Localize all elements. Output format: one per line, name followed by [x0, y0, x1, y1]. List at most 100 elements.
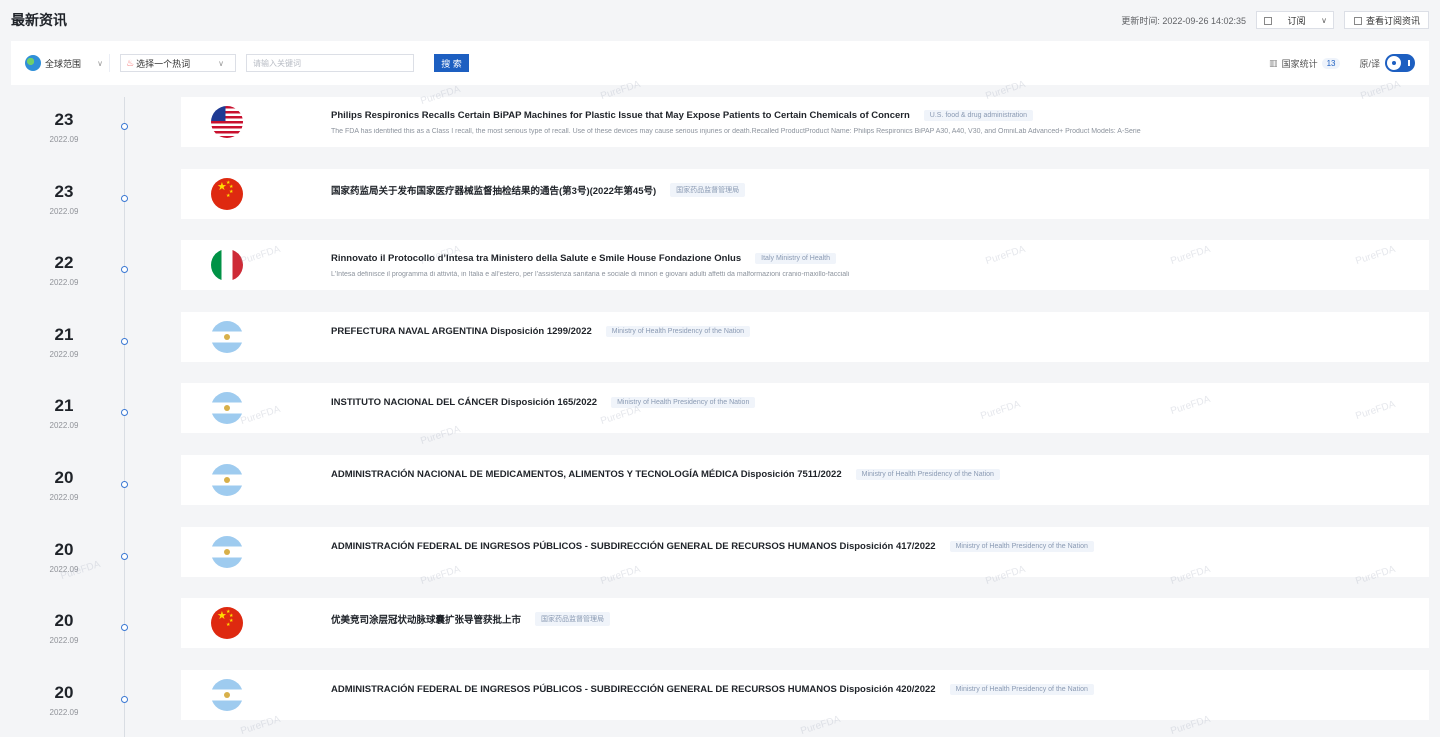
news-title[interactable]: Rinnovato il Protocollo d’Intesa tra Min…: [331, 253, 741, 264]
chevron-down-icon: ∨: [218, 58, 224, 68]
argentina-flag-icon: [211, 678, 243, 711]
news-source-tag: Ministry of Health Presidency of the Nat…: [949, 540, 1094, 552]
view-subscription-button[interactable]: 查看订阅资讯: [1343, 11, 1429, 29]
news-title-row: INSTITUTO NACIONAL DEL CÁNCER Disposició…: [331, 397, 756, 409]
news-title[interactable]: Philips Respironics Recalls Certain BiPA…: [331, 110, 910, 121]
news-date-day: 20: [54, 611, 74, 631]
news-card[interactable]: Rinnovato il Protocollo d’Intesa tra Min…: [181, 240, 1429, 291]
news-card[interactable]: PREFECTURA NAVAL ARGENTINA Disposición 1…: [181, 311, 1429, 362]
news-date-month: 2022.09: [49, 564, 79, 574]
news-title-row: 国家药监局关于发布国家医疗器械监督抽检结果的通告(第3号)(2022年第45号)…: [331, 182, 746, 197]
toggle-indicator: [1408, 60, 1410, 66]
hot-topic-placeholder: 选择一个热词: [136, 58, 191, 69]
news-date-day: 20: [54, 468, 74, 487]
news-card[interactable]: ADMINISTRACIÓN FEDERAL DE INGRESOS PÚBLI…: [181, 669, 1429, 720]
news-card[interactable]: ★ ★ ★ ★ ★ 国家药监局关于发布国家医疗器械监督抽检结果的通告(第3号)(2022年…: [181, 168, 1429, 219]
lang-toggle[interactable]: [1385, 54, 1415, 72]
hot-topic-select[interactable]: ♨ 选择一个热词 ∨: [120, 54, 236, 72]
news-source-tag: Italy Ministry of Health: [755, 253, 837, 265]
news-source-tag: Ministry of Health Presidency of the Nat…: [605, 325, 751, 337]
timeline-dot: [121, 409, 128, 417]
argentina-flag-icon: [211, 392, 243, 425]
news-source-tag: Ministry of Health Presidency of the Nat…: [611, 397, 756, 409]
news-title[interactable]: ADMINISTRACIÓN NACIONAL DE MEDICAMENTOS,…: [331, 469, 842, 480]
timeline-line: [124, 97, 125, 737]
argentina-flag-icon: [211, 320, 243, 353]
filter-toolbar: 全球范围 ∨ ♨ 选择一个热词 ∨ 搜 索 ▥ 国家统计 13 原/译: [11, 41, 1429, 85]
scope-select[interactable]: 全球范围 ∨: [25, 54, 110, 72]
news-source-tag: 国家药品监督管理局: [670, 182, 746, 197]
toggle-knob: [1387, 56, 1401, 70]
news-title[interactable]: 国家药监局关于发布国家医疗器械监督抽检结果的通告(第3号)(2022年第45号): [331, 183, 656, 197]
news-source-tag: U.S. food & drug administration: [923, 110, 1034, 121]
flame-icon: ♨: [126, 57, 135, 68]
timeline-dot: [121, 695, 128, 703]
news-title[interactable]: 优美竞司涂层冠状动脉球囊扩张导管获批上市: [331, 612, 521, 626]
news-title[interactable]: PREFECTURA NAVAL ARGENTINA Disposición 1…: [331, 326, 592, 337]
us-flag-icon: [211, 106, 243, 138]
news-date-day: 21: [54, 396, 74, 416]
news-date-day: 23: [54, 110, 74, 129]
news-date-day: 21: [54, 324, 74, 344]
toolbar-right: ▥ 国家统计 13 原/译: [1269, 54, 1415, 72]
news-title-row: PREFECTURA NAVAL ARGENTINA Disposición 1…: [331, 325, 751, 337]
view-subscription-label: 查看订阅资讯: [1365, 15, 1420, 26]
news-source-tag: 国家药品监督管理局: [535, 612, 611, 627]
grid-icon: [1353, 16, 1362, 25]
news-date-day: 23: [54, 181, 74, 201]
chevron-down-icon: ∨: [97, 58, 103, 68]
news-title-row: ADMINISTRACIÓN FEDERAL DE INGRESOS PÚBLI…: [331, 683, 1094, 695]
subscribe-icon: [1263, 16, 1272, 25]
argentina-flag-icon: [211, 464, 243, 496]
news-date-day: 20: [54, 539, 74, 559]
news-source-tag: Ministry of Health Presidency of the Nat…: [855, 469, 1000, 480]
subscribe-select[interactable]: 订阅 ∨: [1255, 11, 1334, 29]
update-time: 更新时间: 2022-09-26 14:02:35: [1121, 15, 1246, 26]
search-button[interactable]: 搜 索: [434, 54, 469, 72]
news-date-month: 2022.09: [49, 349, 79, 359]
italy-flag-icon: [211, 249, 243, 282]
news-date-month: 2022.09: [49, 206, 79, 216]
timeline-dot: [121, 194, 128, 202]
keyword-input[interactable]: [246, 54, 414, 72]
timeline-dot: [121, 624, 128, 632]
news-title[interactable]: ADMINISTRACIÓN FEDERAL DE INGRESOS PÚBLI…: [331, 684, 936, 695]
page-title: 最新资讯: [11, 12, 67, 28]
news-title-row: ADMINISTRACIÓN NACIONAL DE MEDICAMENTOS,…: [331, 469, 1000, 480]
news-date-day: 20: [54, 682, 74, 702]
news-card[interactable]: ★ ★ ★ ★ ★ 优美竞司涂层冠状动脉球囊扩张导管获批上市 国家药品监督管理局: [181, 598, 1429, 649]
bar-chart-icon: ▥: [1269, 57, 1278, 68]
news-card[interactable]: INSTITUTO NACIONAL DEL CÁNCER Disposició…: [181, 383, 1429, 434]
timeline-dot: [121, 266, 128, 274]
news-date-month: 2022.09: [49, 278, 79, 288]
news-card[interactable]: ADMINISTRACIÓN FEDERAL DE INGRESOS PÚBLI…: [181, 526, 1429, 577]
news-title-row: 优美竞司涂层冠状动脉球囊扩张导管获批上市 国家药品监督管理局: [331, 612, 611, 627]
china-flag-icon: ★ ★ ★ ★ ★: [211, 177, 243, 210]
news-summary: The FDA has identified this as a Class I…: [331, 128, 1141, 135]
news-source-tag: Ministry of Health Presidency of the Nat…: [949, 683, 1094, 695]
country-stats-label[interactable]: 国家统计: [1282, 57, 1318, 70]
lang-toggle-label: 原/译: [1359, 58, 1380, 69]
news-title-row: Rinnovato il Protocollo d’Intesa tra Min…: [331, 253, 837, 265]
china-flag-icon: ★ ★ ★ ★ ★: [211, 607, 243, 640]
country-stats-count: 13: [1321, 57, 1341, 69]
timeline-dot: [121, 123, 128, 130]
news-title[interactable]: INSTITUTO NACIONAL DEL CÁNCER Disposició…: [331, 397, 597, 408]
news-card[interactable]: ADMINISTRACIÓN NACIONAL DE MEDICAMENTOS,…: [181, 455, 1429, 505]
scope-label: 全球范围: [45, 58, 82, 69]
news-title[interactable]: ADMINISTRACIÓN FEDERAL DE INGRESOS PÚBLI…: [331, 541, 936, 552]
news-date-month: 2022.09: [49, 135, 79, 144]
news-date-month: 2022.09: [49, 636, 79, 646]
news-date-day: 22: [54, 253, 74, 273]
timeline-dot: [121, 552, 128, 560]
news-title-row: ADMINISTRACIÓN FEDERAL DE INGRESOS PÚBLI…: [331, 540, 1094, 552]
header-actions: 更新时间: 2022-09-26 14:02:35 订阅 ∨ 查看订阅资讯: [1121, 11, 1429, 29]
news-card[interactable]: Philips Respironics Recalls Certain BiPA…: [181, 97, 1429, 147]
chevron-down-icon: ∨: [1321, 15, 1327, 25]
news-date-month: 2022.09: [49, 707, 79, 717]
news-summary: L'Intesa definisce il programma di attiv…: [331, 271, 850, 279]
subscribe-label: 订阅: [1287, 15, 1306, 26]
timeline-dot: [121, 337, 128, 345]
globe-icon: [25, 55, 41, 71]
news-date-month: 2022.09: [49, 493, 79, 502]
